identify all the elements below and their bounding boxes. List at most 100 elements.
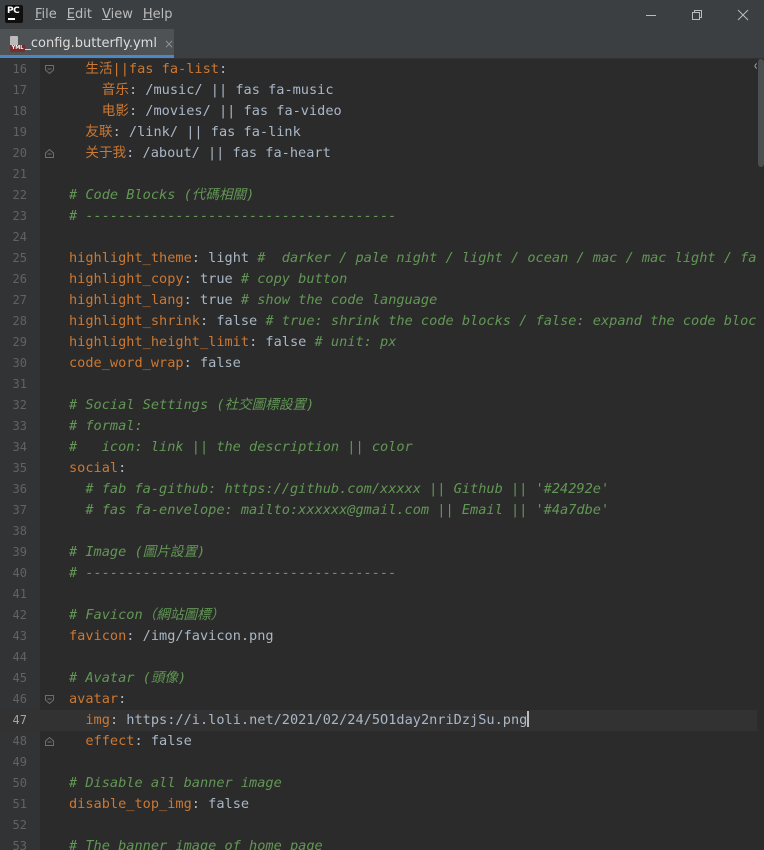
code-line[interactable]: 41 — [0, 584, 764, 605]
code-line[interactable]: 19 友联: /link/ || fas fa-link — [0, 122, 764, 143]
code-line[interactable]: 37 # fas fa-envelope: mailto:xxxxxx@gmai… — [0, 500, 764, 521]
close-window-button[interactable] — [720, 0, 764, 29]
yaml-value: : — [191, 250, 200, 266]
line-text: effect: false — [69, 731, 191, 752]
code-line[interactable]: 36 # fab fa-github: https://github.com/x… — [0, 479, 764, 500]
yaml-value: : — [183, 355, 192, 371]
code-line[interactable]: 16 生活||fas fa-list: — [0, 59, 764, 80]
code-line[interactable]: 32 # Social Settings (社交圖標設置) — [0, 395, 764, 416]
yaml-comment: # copy button — [240, 271, 348, 287]
code-line[interactable]: 17 音乐: /music/ || fas fa-music — [0, 80, 764, 101]
code-line[interactable]: 44 — [0, 647, 764, 668]
menu-edit[interactable]: Edit — [67, 7, 92, 22]
line-number: 36 — [12, 482, 27, 496]
yaml-key: highlight_shrink — [69, 313, 200, 329]
code-line[interactable]: 47 img: https://i.loli.net/2021/02/24/5O… — [0, 710, 764, 731]
restore-icon — [692, 9, 702, 20]
code-line[interactable]: 18 电影: /movies/ || fas fa-video — [0, 101, 764, 122]
code-line[interactable]: 49 — [0, 752, 764, 773]
line-number: 38 — [12, 524, 27, 538]
line-number: 48 — [12, 734, 27, 748]
yaml-value: : — [183, 292, 192, 308]
code-line[interactable]: 26 highlight_copy: true # copy button — [0, 269, 764, 290]
code-editor[interactable]: 16 生活||fas fa-list: 17 音乐: /music/ || fas… — [0, 59, 764, 850]
code-line[interactable]: 33 # formal: — [0, 416, 764, 437]
line-number: 43 — [12, 629, 27, 643]
line-text: highlight_shrink: false # true: shrink t… — [69, 311, 764, 332]
menu-view[interactable]: View — [102, 7, 133, 22]
yaml-comment: # true: shrink the code blocks / false: … — [265, 313, 764, 329]
code-line[interactable]: 29 highlight_height_limit: false # unit: … — [0, 332, 764, 353]
line-text: # fab fa-github: https://github.com/xxxx… — [69, 479, 609, 500]
code-line[interactable]: 52 — [0, 815, 764, 836]
line-text: highlight_lang: true # show the code lan… — [69, 290, 437, 311]
yaml-comment: # icon: link || the description || color — [69, 439, 413, 455]
yaml-key: 生活||fas fa-list — [85, 61, 219, 77]
line-text: # formal: — [69, 416, 143, 437]
fold-marker-icon[interactable] — [45, 737, 54, 746]
code-line[interactable]: 27 highlight_lang: true # show the code l… — [0, 290, 764, 311]
yaml-value: : — [134, 733, 143, 749]
menu-help[interactable]: Help — [143, 7, 173, 22]
yaml-value: : — [112, 124, 121, 140]
code-line[interactable]: 50 # Disable all banner image — [0, 773, 764, 794]
code-line[interactable]: 53 # The banner image of home page — [0, 836, 764, 850]
code-line[interactable]: 43 favicon: /img/favicon.png — [0, 626, 764, 647]
yaml-key: social — [69, 460, 119, 476]
line-number: 44 — [12, 650, 27, 664]
yaml-key: 音乐 — [101, 82, 129, 98]
line-number: 19 — [12, 125, 27, 139]
code-line[interactable]: 23 # ------------------------------------… — [0, 206, 764, 227]
code-line[interactable]: 40 # ------------------------------------… — [0, 563, 764, 584]
minimize-button[interactable] — [628, 0, 674, 29]
fold-marker-icon[interactable] — [45, 695, 54, 704]
line-number: 18 — [12, 104, 27, 118]
code-line[interactable]: 24 — [0, 227, 764, 248]
line-number: 29 — [12, 335, 27, 349]
tab-config-butterfly-yml[interactable]: YML _config.butterfly.yml × — [0, 29, 174, 58]
yaml-value — [69, 103, 102, 119]
code-line[interactable]: 34 # icon: link || the description || col… — [0, 437, 764, 458]
yaml-value: : — [118, 460, 127, 476]
code-line[interactable]: 21 — [0, 164, 764, 185]
vertical-scrollbar[interactable] — [757, 59, 764, 850]
line-number: 30 — [12, 356, 27, 370]
fold-marker-icon[interactable] — [45, 65, 54, 74]
line-text: favicon: /img/favicon.png — [69, 626, 274, 647]
yaml-value: https://i.loli.net/2021/02/24/5O1day2nri… — [118, 712, 528, 728]
code-line[interactable]: 45 # Avatar (頭像) — [0, 668, 764, 689]
yaml-key: favicon — [69, 628, 127, 644]
code-line[interactable]: 42 # Favicon（網站圖標） — [0, 605, 764, 626]
code-line[interactable]: 38 — [0, 521, 764, 542]
yaml-key: highlight_theme — [69, 250, 192, 266]
yaml-key: avatar — [69, 691, 119, 707]
minimize-icon — [646, 14, 656, 16]
scrollbar-thumb[interactable] — [758, 59, 764, 167]
code-line[interactable]: 20 关于我: /about/ || fas fa-heart — [0, 143, 764, 164]
yaml-comment: # Disable all banner image — [69, 775, 282, 791]
code-line[interactable]: 35 social: — [0, 458, 764, 479]
code-line[interactable]: 51 disable_top_img: false — [0, 794, 764, 815]
yaml-value: /about/ || fas fa-heart — [134, 145, 331, 161]
menu-file[interactable]: File — [35, 7, 57, 22]
fold-marker-icon[interactable] — [45, 149, 54, 158]
code-line[interactable]: 30 code_word_wrap: false — [0, 353, 764, 374]
code-line[interactable]: 28 highlight_shrink: false # true: shrink… — [0, 311, 764, 332]
yaml-value: /link/ || fas fa-link — [120, 124, 301, 140]
close-icon — [737, 9, 749, 20]
code-line[interactable]: 46 avatar: — [0, 689, 764, 710]
line-number: 39 — [12, 545, 27, 559]
tab-close-icon[interactable]: × — [164, 37, 174, 51]
yaml-comment: # show the code language — [240, 292, 438, 308]
line-text: 生活||fas fa-list: — [69, 59, 227, 80]
restore-button[interactable] — [674, 0, 720, 29]
code-line[interactable]: 22 # Code Blocks (代碼相關) — [0, 185, 764, 206]
line-text: 友联: /link/ || fas fa-link — [69, 122, 301, 143]
code-line[interactable]: 31 — [0, 374, 764, 395]
code-line[interactable]: 48 effect: false — [0, 731, 764, 752]
yaml-value — [69, 733, 85, 749]
yaml-comment: # fas fa-envelope: mailto:xxxxxx@gmail.c… — [85, 502, 610, 518]
yaml-key: img — [85, 712, 110, 728]
code-line[interactable]: 39 # Image (圖片設置) — [0, 542, 764, 563]
code-line[interactable]: 25 highlight_theme: light # darker / pale… — [0, 248, 764, 269]
